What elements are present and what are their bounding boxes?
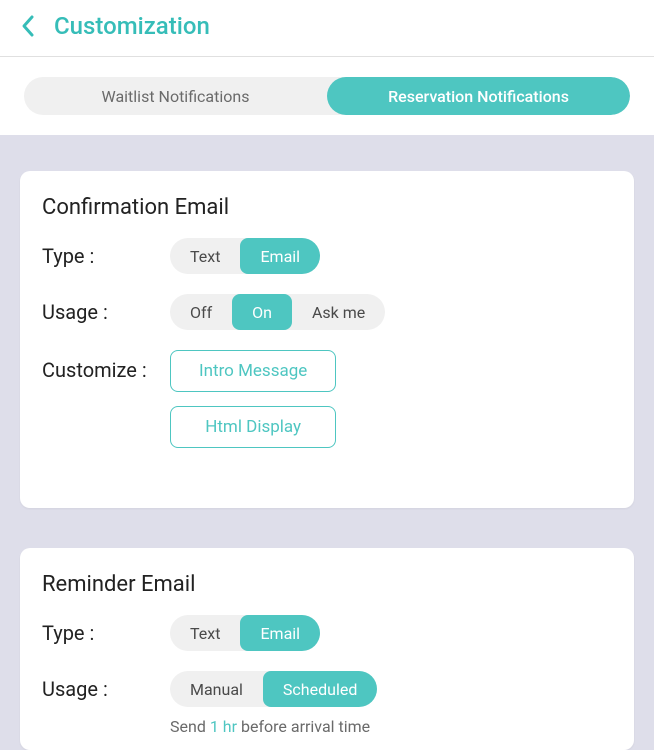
confirmation-usage-on[interactable]: On [232, 294, 292, 330]
send-suffix: before arrival time [237, 717, 370, 736]
customize-buttons: Intro Message Html Display [170, 350, 336, 448]
type-label: Type : [42, 244, 170, 268]
confirmation-customize-row: Customize : Intro Message Html Display [42, 350, 612, 448]
notification-tabs: Waitlist Notifications Reservation Notif… [24, 77, 630, 115]
usage-label: Usage : [42, 677, 170, 701]
usage-label: Usage : [42, 300, 170, 324]
tab-reservation-notifications[interactable]: Reservation Notifications [327, 77, 630, 115]
send-prefix: Send [170, 717, 210, 736]
send-value[interactable]: 1 hr [210, 717, 237, 736]
confirmation-usage-row: Usage : Off On Ask me [42, 294, 612, 330]
confirmation-type-text[interactable]: Text [170, 238, 240, 274]
confirmation-usage-askme[interactable]: Ask me [292, 294, 385, 330]
reminder-usage-row: Usage : Manual Scheduled [42, 671, 612, 707]
header: Customization [0, 0, 654, 56]
reminder-type-row: Type : Text Email [42, 615, 612, 651]
confirmation-email-card: Confirmation Email Type : Text Email Usa… [20, 171, 634, 508]
confirmation-type-row: Type : Text Email [42, 238, 612, 274]
reminder-usage-manual[interactable]: Manual [170, 671, 263, 707]
reminder-type-segment: Text Email [170, 615, 320, 651]
back-button[interactable] [14, 12, 42, 40]
confirmation-type-email[interactable]: Email [240, 238, 320, 274]
confirmation-usage-segment: Off On Ask me [170, 294, 385, 330]
reminder-type-email[interactable]: Email [240, 615, 320, 651]
type-label: Type : [42, 621, 170, 645]
page-title: Customization [54, 12, 210, 40]
html-display-button[interactable]: Html Display [170, 406, 336, 448]
customize-label: Customize : [42, 350, 170, 382]
reminder-send-line: Send 1 hr before arrival time [170, 717, 612, 736]
reminder-email-title: Reminder Email [42, 572, 612, 597]
reminder-usage-segment: Manual Scheduled [170, 671, 377, 707]
tabs-container: Waitlist Notifications Reservation Notif… [0, 57, 654, 135]
confirmation-type-segment: Text Email [170, 238, 320, 274]
confirmation-usage-off[interactable]: Off [170, 294, 232, 330]
tab-waitlist-notifications[interactable]: Waitlist Notifications [24, 77, 327, 115]
intro-message-button[interactable]: Intro Message [170, 350, 336, 392]
reminder-usage-scheduled[interactable]: Scheduled [263, 671, 377, 707]
reminder-email-card: Reminder Email Type : Text Email Usage :… [20, 548, 634, 750]
reminder-type-text[interactable]: Text [170, 615, 240, 651]
content-area: Confirmation Email Type : Text Email Usa… [0, 135, 654, 750]
confirmation-email-title: Confirmation Email [42, 195, 612, 220]
chevron-left-icon [20, 14, 36, 38]
